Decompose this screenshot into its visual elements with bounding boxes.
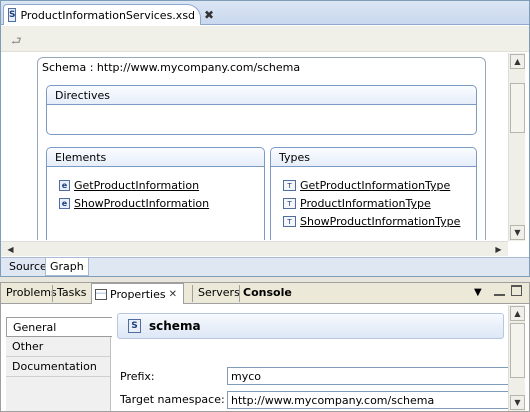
- complex-type-icon: T: [283, 180, 296, 191]
- properties-view: Problems Tasks Properties ✕ Servers Cons…: [0, 282, 530, 412]
- tab-servers[interactable]: Servers: [198, 286, 240, 299]
- element-icon: e: [59, 180, 70, 191]
- close-icon[interactable]: ✖: [204, 8, 214, 22]
- editor-horizontal-scrollbar[interactable]: ◀ ▶: [1, 241, 508, 256]
- prefix-field[interactable]: [227, 367, 508, 385]
- element-icon: e: [59, 198, 70, 209]
- xsd-file-icon: S: [8, 8, 17, 22]
- sidebar-item-documentation[interactable]: Documentation: [6, 357, 110, 377]
- prefix-label: Prefix:: [120, 370, 155, 383]
- element-item[interactable]: e ShowProductInformation: [59, 197, 209, 210]
- type-item[interactable]: T ProductInformationType: [283, 197, 431, 210]
- sidebar-item-general[interactable]: General: [6, 317, 112, 337]
- editor-page-tabs: Source Graph: [1, 257, 529, 276]
- tab-problems[interactable]: Problems: [6, 286, 57, 299]
- element-label: GetProductInformation: [74, 179, 200, 192]
- scroll-thumb[interactable]: [510, 323, 525, 378]
- element-label: ShowProductInformation: [74, 197, 210, 210]
- scroll-up-icon[interactable]: ▲: [510, 54, 525, 69]
- target-namespace-field[interactable]: [227, 391, 508, 409]
- editor-tab-bar: S ProductInformationServices.xsd ✖: [1, 1, 529, 25]
- scroll-right-icon[interactable]: ▶: [491, 242, 506, 257]
- type-item[interactable]: T GetProductInformationType: [283, 179, 450, 192]
- tab-divider: [239, 285, 240, 302]
- complex-type-icon: T: [283, 198, 296, 209]
- tab-console[interactable]: Console: [243, 286, 292, 299]
- view-menu-chevron-icon[interactable]: ▼: [474, 287, 482, 298]
- directives-section[interactable]: Directives: [46, 85, 477, 135]
- properties-header: S schema: [117, 313, 504, 339]
- tab-source[interactable]: Source: [5, 258, 51, 276]
- scroll-up-icon[interactable]: ▲: [510, 306, 525, 321]
- editor-vertical-scrollbar[interactable]: ▲ ▼: [508, 53, 525, 241]
- scroll-down-icon[interactable]: ▼: [510, 395, 525, 410]
- properties-vertical-scrollbar[interactable]: ▲ ▼: [508, 305, 525, 411]
- schema-icon: S: [128, 319, 141, 333]
- elements-section[interactable]: Elements e GetProductInformation e ShowP…: [46, 147, 265, 240]
- view-tab-bar: Problems Tasks Properties ✕ Servers Cons…: [1, 283, 529, 304]
- complex-type-icon: T: [283, 216, 296, 227]
- editor-toolbar: ⮐: [1, 26, 529, 52]
- properties-header-title: schema: [149, 319, 201, 333]
- type-label: ProductInformationType: [300, 197, 431, 210]
- elements-header: Elements: [47, 148, 264, 167]
- type-item[interactable]: T ShowProductInformationType: [283, 215, 460, 228]
- tab-divider: [192, 285, 193, 302]
- tab-properties-label: Properties: [110, 287, 166, 301]
- editor-tab-title: ProductInformationServices.xsd: [20, 8, 196, 22]
- minimize-icon[interactable]: [494, 285, 505, 296]
- back-arrow-icon[interactable]: ⮐: [11, 32, 22, 53]
- types-header: Types: [271, 148, 476, 167]
- scroll-down-icon[interactable]: ▼: [510, 225, 525, 240]
- schema-graph-canvas: Schema : http://www.mycompany.com/schema…: [1, 53, 508, 240]
- scroll-left-icon[interactable]: ◀: [3, 242, 18, 257]
- maximize-icon[interactable]: [511, 285, 522, 296]
- close-icon[interactable]: ✕: [169, 289, 177, 300]
- properties-content: S schema Prefix: Target namespace:: [112, 309, 508, 411]
- directives-header: Directives: [47, 86, 476, 105]
- properties-sidebar: General Other Documentation: [6, 317, 112, 411]
- schema-title: Schema : http://www.mycompany.com/schema: [42, 61, 301, 74]
- scroll-thumb[interactable]: [510, 83, 525, 133]
- target-namespace-label: Target namespace:: [120, 393, 225, 406]
- tab-properties[interactable]: Properties ✕: [91, 283, 184, 304]
- types-section[interactable]: Types T GetProductInformationType T Prod…: [270, 147, 477, 240]
- tab-graph[interactable]: Graph: [45, 258, 89, 276]
- properties-icon: [95, 288, 107, 300]
- schema-box[interactable]: Schema : http://www.mycompany.com/schema…: [37, 57, 486, 240]
- element-item[interactable]: e GetProductInformation: [59, 179, 199, 192]
- type-label: ShowProductInformationType: [300, 215, 461, 228]
- xsd-editor: S ProductInformationServices.xsd ✖ ⮐ Sch…: [0, 0, 530, 277]
- tab-tasks[interactable]: Tasks: [57, 286, 86, 299]
- editor-tab[interactable]: S ProductInformationServices.xsd ✖: [3, 4, 214, 25]
- sidebar-item-other[interactable]: Other: [6, 337, 110, 357]
- tab-divider: [52, 285, 53, 302]
- type-label: GetProductInformationType: [300, 179, 451, 192]
